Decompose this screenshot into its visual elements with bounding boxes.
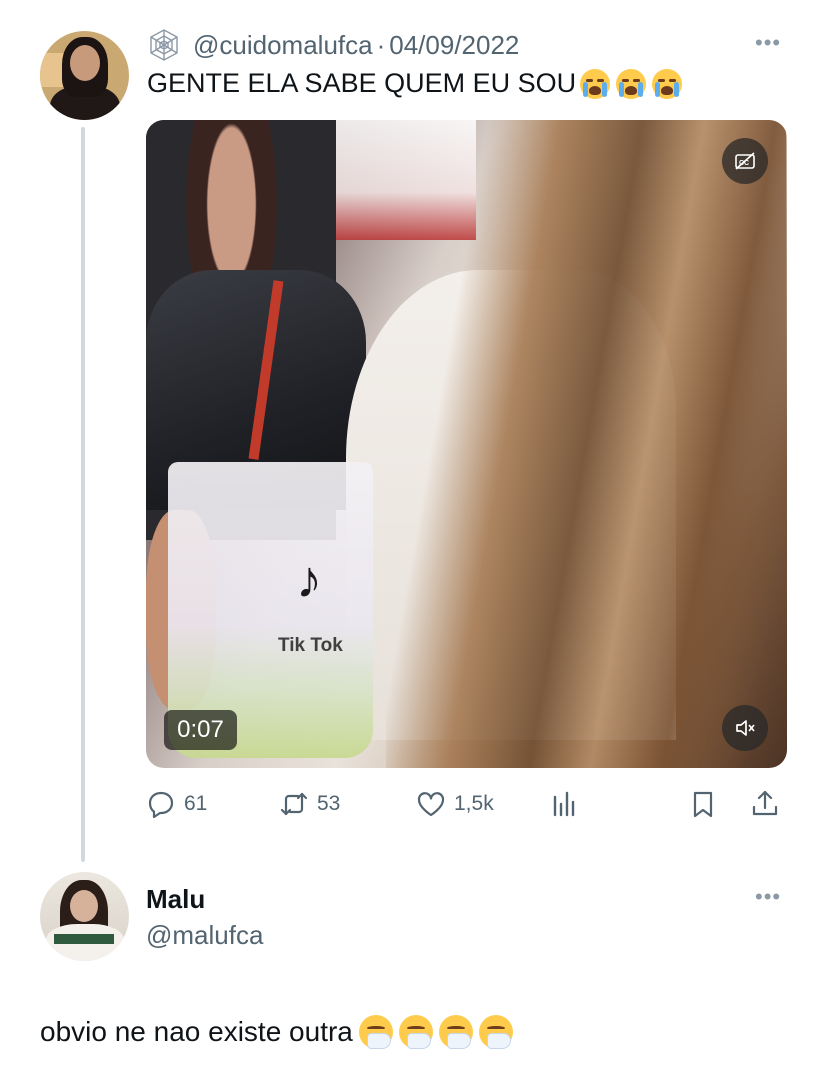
tweet-date[interactable]: 04/09/2022 bbox=[389, 30, 519, 61]
bookmark-icon bbox=[693, 791, 713, 818]
sneezing-face-icon bbox=[478, 1015, 513, 1049]
cup-label: Tik Tok bbox=[278, 635, 343, 656]
author-handle[interactable]: @cuidomalufca bbox=[193, 30, 373, 61]
tweet-action-bar: 61 53 1,5k bbox=[146, 786, 786, 822]
tweet-text-body: GENTE ELA SABE QUEM EU SOU bbox=[147, 68, 577, 98]
sneezing-face-icon bbox=[438, 1015, 473, 1049]
loudly-crying-face-icon bbox=[580, 68, 611, 99]
share-icon bbox=[752, 790, 778, 816]
tweet-header: @cuidomalufca · 04/09/2022 bbox=[147, 28, 519, 62]
reply-author-handle[interactable]: @malufca bbox=[146, 920, 263, 951]
analytics-icon bbox=[553, 791, 575, 817]
bookmark-button[interactable] bbox=[688, 786, 726, 822]
tiktok-logo-icon: ♪ bbox=[296, 551, 322, 609]
tweet-text: GENTE ELA SABE QUEM EU SOU bbox=[147, 68, 683, 99]
retweet-button[interactable]: 53 bbox=[279, 786, 340, 822]
reply-author-name[interactable]: Malu bbox=[146, 884, 205, 915]
reply-count: 61 bbox=[184, 792, 208, 815]
author-avatar[interactable] bbox=[40, 31, 129, 120]
retweet-icon bbox=[280, 792, 308, 816]
like-count: 1,5k bbox=[454, 792, 494, 815]
reply-author-avatar[interactable] bbox=[40, 872, 129, 961]
heart-icon bbox=[417, 792, 445, 817]
reply-text: obvio ne nao existe outra bbox=[40, 1015, 513, 1049]
spiderweb-badge-icon bbox=[147, 28, 181, 62]
retweet-count: 53 bbox=[317, 792, 341, 815]
reply-text-body: obvio ne nao existe outra bbox=[40, 1016, 353, 1047]
video-player[interactable]: ♪ Tik Tok CC 0:07 bbox=[146, 120, 787, 768]
closed-captions-icon[interactable]: CC bbox=[722, 138, 768, 184]
loudly-crying-face-icon bbox=[652, 68, 683, 99]
thread-connector-line bbox=[81, 127, 85, 862]
reply-button[interactable]: 61 bbox=[146, 786, 207, 822]
reply-icon bbox=[148, 791, 174, 819]
sneezing-face-icon bbox=[398, 1015, 433, 1049]
more-options-icon[interactable]: ••• bbox=[755, 30, 781, 56]
video-duration: 0:07 bbox=[164, 710, 237, 750]
header-separator: · bbox=[376, 29, 386, 60]
views-button[interactable] bbox=[550, 786, 588, 822]
mute-icon[interactable] bbox=[722, 705, 768, 751]
share-button[interactable] bbox=[750, 786, 788, 822]
reply-more-options-icon[interactable]: ••• bbox=[755, 884, 781, 910]
like-button[interactable]: 1,5k bbox=[416, 786, 494, 822]
loudly-crying-face-icon bbox=[616, 68, 647, 99]
sneezing-face-icon bbox=[358, 1015, 393, 1049]
